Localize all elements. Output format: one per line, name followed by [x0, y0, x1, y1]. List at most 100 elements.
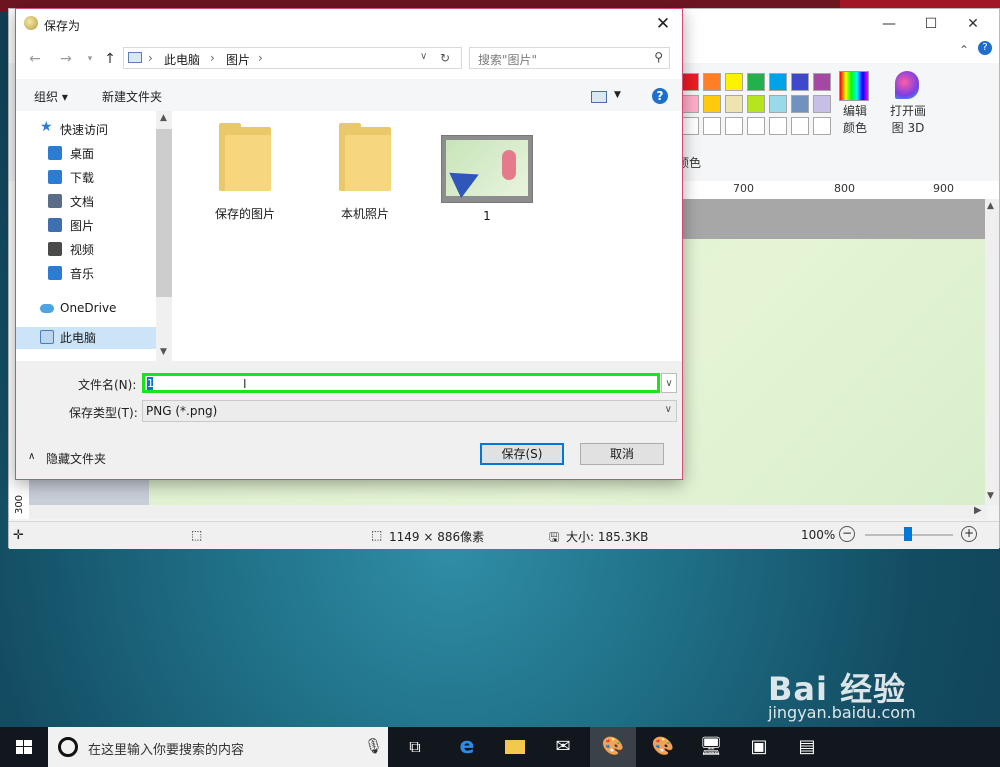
- nav-scroll-down-icon[interactable]: ▼: [160, 347, 167, 357]
- maximize-button[interactable]: ☐: [911, 13, 951, 35]
- cloud-icon: [40, 304, 54, 313]
- nav-item-label: 视频: [70, 243, 95, 257]
- star-icon: ★: [40, 119, 53, 135]
- filename-value: 1: [147, 377, 154, 390]
- scroll-down-arrow[interactable]: ▼: [987, 491, 994, 501]
- app-icon[interactable]: ▤: [792, 732, 822, 762]
- file-item-label: 本机照片: [340, 207, 389, 221]
- filename-dropdown-button[interactable]: ∨: [661, 373, 677, 393]
- filetype-select[interactable]: PNG (*.png) ∨: [142, 400, 677, 422]
- ribbon-collapse-icon[interactable]: ⌃: [959, 43, 969, 57]
- color-swatch[interactable]: [791, 73, 809, 91]
- color-swatch[interactable]: [725, 95, 743, 113]
- taskbar-search-box[interactable]: 在这里输入你要搜索的内容 🎙: [48, 727, 388, 767]
- mail-icon[interactable]: ✉: [548, 732, 578, 762]
- zoom-level: 100%: [801, 528, 836, 542]
- app-icon[interactable]: ▣: [744, 732, 774, 762]
- refresh-icon[interactable]: ↻: [440, 51, 450, 65]
- color-swatch[interactable]: [681, 73, 699, 91]
- breadcrumb-pictures[interactable]: 图片: [226, 51, 250, 68]
- breadcrumb-this-pc[interactable]: 此电脑: [164, 51, 200, 68]
- file-explorer-icon[interactable]: [500, 732, 530, 762]
- back-icon[interactable]: ←: [25, 49, 45, 69]
- scroll-up-arrow[interactable]: ▲: [987, 201, 994, 211]
- file-size: 大小: 185.3KB: [566, 530, 649, 544]
- open-paint3d-label-2: 图 3D: [891, 121, 925, 135]
- forward-icon[interactable]: →: [56, 49, 76, 69]
- file-item-image[interactable]: 1: [432, 123, 542, 223]
- color-swatch[interactable]: [747, 95, 765, 113]
- open-paint3d-button[interactable]: 打开画 图 3D: [885, 69, 931, 141]
- folder-icon: [48, 194, 62, 208]
- color-swatch-empty[interactable]: [747, 117, 765, 135]
- vertical-scrollbar[interactable]: ▲ ▼: [985, 199, 999, 505]
- organize-button[interactable]: 组织 ▾: [34, 88, 68, 105]
- file-item-folder[interactable]: 本机照片: [310, 123, 420, 222]
- edit-colors-button[interactable]: 编辑 颜色: [835, 69, 875, 141]
- status-bar: ✛ ⬚ ⬚ 1149 × 886像素 🖫 大小: 185.3KB 100% − …: [9, 521, 999, 549]
- recent-locations-icon[interactable]: ▾: [80, 49, 100, 69]
- close-window-button[interactable]: ✕: [953, 13, 993, 35]
- dialog-close-button[interactable]: ✕: [648, 12, 678, 36]
- chevron-up-icon[interactable]: ∧: [28, 451, 35, 462]
- color-swatch-empty[interactable]: [791, 117, 809, 135]
- up-icon[interactable]: ↑: [100, 49, 120, 69]
- minimize-button[interactable]: —: [869, 13, 909, 35]
- help-icon[interactable]: ?: [978, 41, 992, 55]
- address-bar[interactable]: › 此电脑 › 图片 › ∨ ↻: [123, 47, 462, 69]
- view-options-icon[interactable]: [591, 91, 607, 103]
- taskbar-search-placeholder: 在这里输入你要搜索的内容: [88, 743, 245, 758]
- scroll-right-arrow[interactable]: ▶: [974, 505, 982, 516]
- remote-desktop-icon[interactable]: 🖥: [696, 732, 726, 762]
- nav-scroll-thumb[interactable]: [156, 129, 172, 297]
- search-box[interactable]: 搜索"图片" ⚲: [469, 47, 670, 69]
- filename-input[interactable]: 1 I: [142, 373, 660, 393]
- pc-icon: [128, 52, 142, 63]
- nav-scroll-up-icon[interactable]: ▲: [160, 113, 167, 123]
- nav-scrollbar[interactable]: ▲ ▼: [156, 111, 172, 361]
- folder-icon: [219, 123, 271, 191]
- color-swatch[interactable]: [747, 73, 765, 91]
- file-item-label: 保存的图片: [214, 207, 275, 221]
- color-swatch[interactable]: [703, 73, 721, 91]
- microphone-icon[interactable]: 🎙: [364, 737, 383, 755]
- color-swatch-empty[interactable]: [813, 117, 831, 135]
- cancel-button[interactable]: 取消: [580, 443, 664, 465]
- zoom-slider-thumb[interactable]: [904, 527, 912, 541]
- filetype-dropdown-icon: ∨: [664, 404, 672, 415]
- start-button[interactable]: [0, 727, 48, 767]
- color-swatch[interactable]: [791, 95, 809, 113]
- nav-item-label: 下载: [70, 171, 95, 185]
- folder-icon: [48, 218, 62, 232]
- color-swatch[interactable]: [703, 95, 721, 113]
- image-dimensions: 1149 × 886像素: [389, 530, 485, 544]
- hide-folders-button[interactable]: 隐藏文件夹: [46, 450, 106, 467]
- dialog-title: 保存为: [44, 19, 81, 33]
- color-swatch[interactable]: [725, 73, 743, 91]
- zoom-in-button[interactable]: +: [961, 526, 977, 542]
- color-swatch[interactable]: [769, 73, 787, 91]
- folder-icon: [339, 123, 391, 191]
- color-swatch[interactable]: [813, 95, 831, 113]
- new-folder-button[interactable]: 新建文件夹: [102, 88, 162, 105]
- horizontal-scrollbar[interactable]: ▶: [29, 505, 987, 519]
- color-swatch[interactable]: [813, 73, 831, 91]
- color-swatch[interactable]: [769, 95, 787, 113]
- search-icon[interactable]: ⚲: [654, 50, 663, 64]
- color-swatch-empty[interactable]: [681, 117, 699, 135]
- dialog-toolbar: 组织 ▾ 新建文件夹 ▼ ?: [16, 79, 682, 112]
- file-item-folder[interactable]: 保存的图片: [190, 123, 300, 222]
- paint-app-icon-2[interactable]: 🎨: [648, 732, 678, 762]
- edge-icon[interactable]: e: [452, 732, 482, 762]
- address-dropdown-icon[interactable]: ∨: [420, 51, 427, 62]
- color-swatch-empty[interactable]: [769, 117, 787, 135]
- color-swatch-empty[interactable]: [725, 117, 743, 135]
- paint-app-icon[interactable]: 🎨: [598, 732, 628, 762]
- zoom-out-button[interactable]: −: [839, 526, 855, 542]
- color-swatch-empty[interactable]: [703, 117, 721, 135]
- view-dropdown-icon[interactable]: ▼: [614, 90, 621, 100]
- help-icon[interactable]: ?: [652, 88, 668, 104]
- save-button[interactable]: 保存(S): [480, 443, 564, 465]
- task-view-icon[interactable]: ⧉: [400, 732, 430, 762]
- color-swatch[interactable]: [681, 95, 699, 113]
